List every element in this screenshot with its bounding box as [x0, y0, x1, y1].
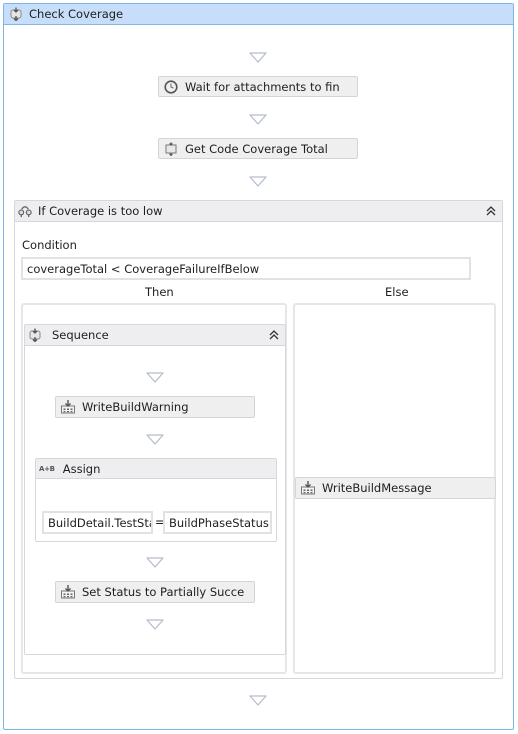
then-sequence-header[interactable]: Sequence [25, 325, 285, 346]
build-activity-icon [300, 480, 316, 496]
assign-to-value: BuildDetail.TestSta [48, 515, 153, 530]
build-activity-icon [60, 584, 76, 600]
then-branch-panel[interactable]: Sequence WriteBuildWarning A+B Assign Bu… [21, 303, 287, 674]
double-chevron-up-icon[interactable] [267, 328, 281, 342]
condition-value: coverageTotal < CoverageFailureIfBelow [27, 261, 260, 276]
if-block-title: If Coverage is too low [38, 204, 163, 218]
assign-value-input[interactable]: BuildPhaseStatus.F [163, 511, 272, 534]
double-chevron-up-icon[interactable] [484, 204, 498, 218]
drop-target-arrow[interactable] [146, 372, 164, 383]
assign-header[interactable]: A+B Assign [36, 459, 276, 479]
assign-icon: A+B [39, 464, 55, 473]
drop-target-arrow[interactable] [146, 434, 164, 445]
drop-target-arrow[interactable] [249, 114, 267, 125]
sequence-icon [9, 7, 23, 21]
wait-activity-label: Wait for attachments to fin [185, 79, 340, 94]
write-build-warning-activity[interactable]: WriteBuildWarning [55, 396, 255, 418]
check-coverage-sequence[interactable]: Check Coverage Wait for attachments to f… [3, 3, 514, 730]
get-coverage-label: Get Code Coverage Total [185, 141, 328, 156]
write-build-message-activity[interactable]: WriteBuildMessage [295, 477, 496, 499]
if-icon [18, 204, 32, 218]
assign-title: Assign [62, 461, 101, 476]
then-label: Then [145, 285, 174, 299]
if-block-header[interactable]: If Coverage is too low [15, 201, 502, 222]
assign-value: BuildPhaseStatus.F [169, 515, 272, 530]
write-build-message-label: WriteBuildMessage [322, 481, 432, 495]
write-build-warning-label: WriteBuildWarning [82, 400, 189, 414]
drop-target-arrow[interactable] [146, 619, 164, 630]
drop-target-arrow[interactable] [249, 52, 267, 63]
drop-target-arrow[interactable] [146, 557, 164, 568]
drop-target-arrow[interactable] [249, 695, 267, 706]
if-coverage-too-low-block[interactable]: If Coverage is too low Condition coverag… [14, 200, 503, 679]
drop-target-arrow[interactable] [249, 176, 267, 187]
wait-for-attachments-activity[interactable]: Wait for attachments to fin [158, 76, 358, 97]
else-branch-panel[interactable]: WriteBuildMessage [293, 303, 496, 674]
assign-to-input[interactable]: BuildDetail.TestSta [42, 511, 153, 534]
condition-label: Condition [22, 238, 77, 252]
get-code-coverage-activity[interactable]: Get Code Coverage Total [158, 138, 358, 159]
invoke-method-icon [163, 141, 179, 157]
check-coverage-header[interactable]: Check Coverage [4, 4, 513, 25]
else-label: Else [385, 285, 409, 299]
set-status-label: Set Status to Partially Succe [82, 585, 245, 599]
assign-activity[interactable]: A+B Assign BuildDetail.TestSta = BuildPh… [35, 458, 277, 542]
clock-icon [163, 79, 179, 95]
then-sequence[interactable]: Sequence WriteBuildWarning A+B Assign Bu… [24, 324, 286, 655]
sequence-icon [28, 328, 42, 342]
build-activity-icon [60, 399, 76, 415]
condition-input[interactable]: coverageTotal < CoverageFailureIfBelow [21, 257, 471, 280]
set-status-activity[interactable]: Set Status to Partially Succe [55, 581, 255, 603]
then-sequence-title: Sequence [52, 328, 109, 342]
check-coverage-title: Check Coverage [29, 7, 124, 21]
